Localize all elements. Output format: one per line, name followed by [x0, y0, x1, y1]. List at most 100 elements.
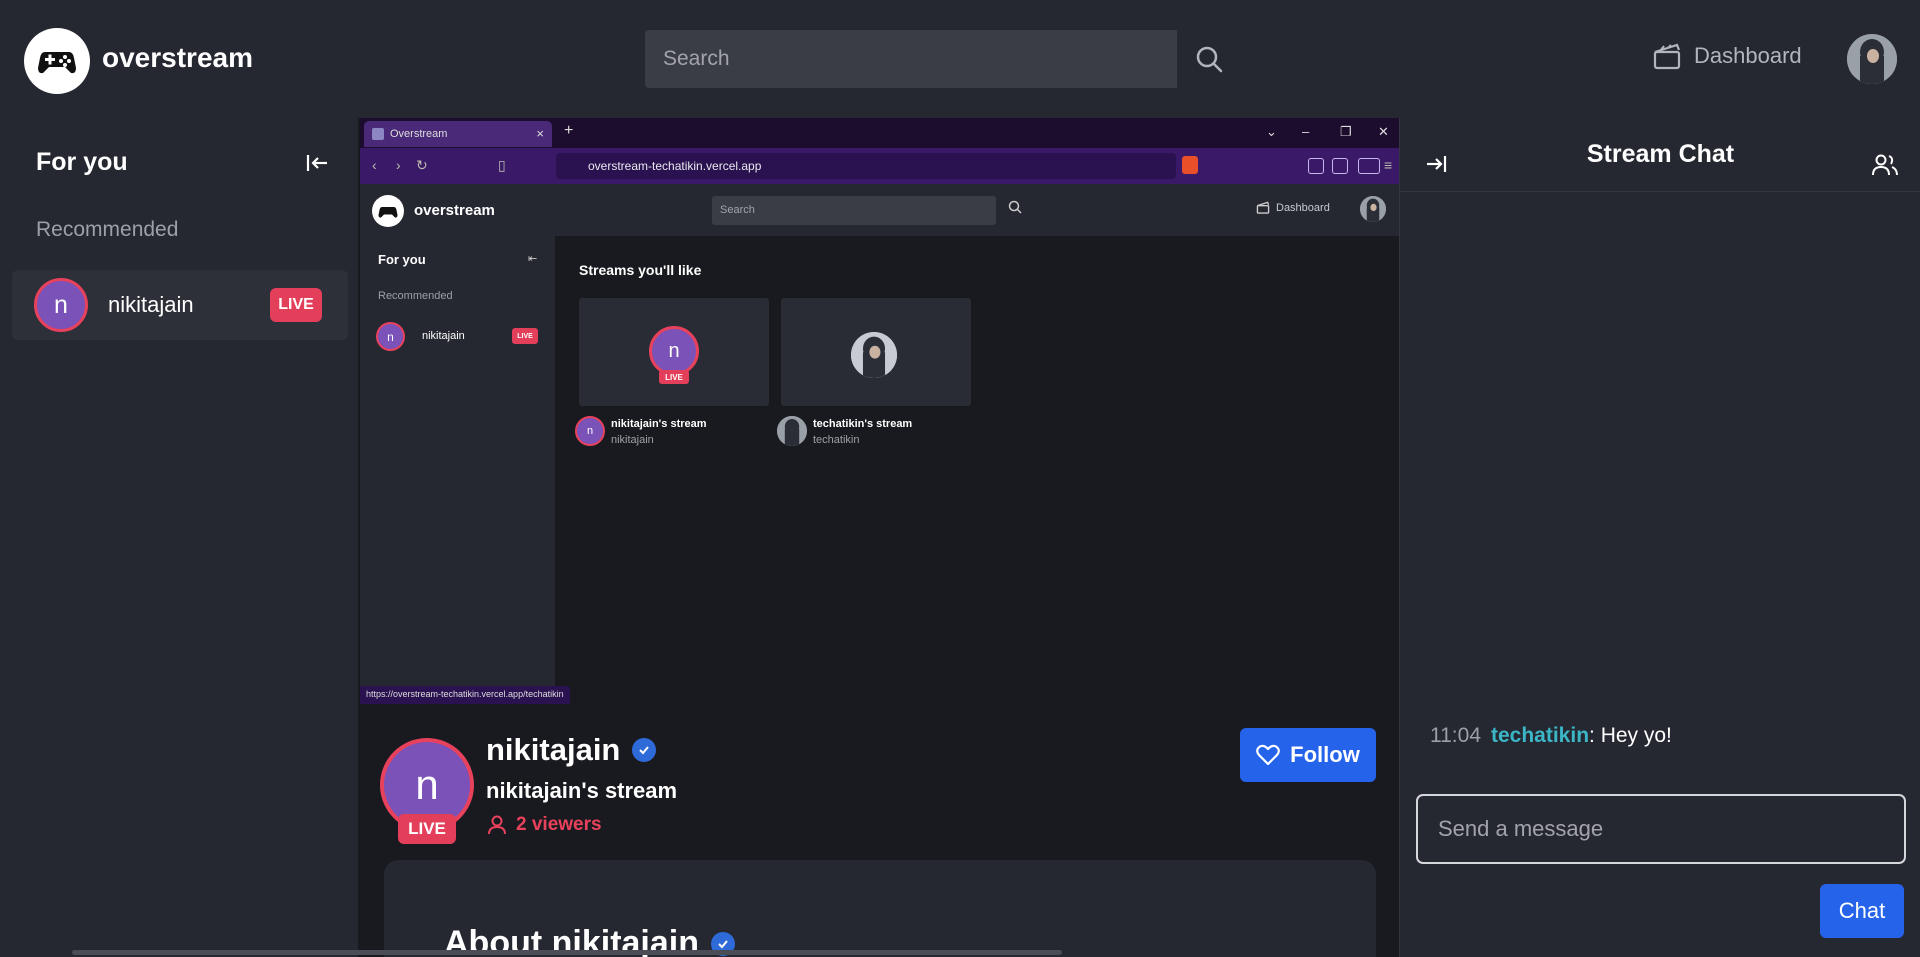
chat-panel: Stream Chat 11:04 techatikin: Hey yo! Cha…	[1399, 118, 1920, 957]
chat-message-user[interactable]: techatikin	[1491, 724, 1589, 747]
stream-card-thumbnail: n LIVE	[579, 298, 769, 406]
avatar	[1360, 196, 1386, 222]
clapperboard-icon	[1256, 201, 1270, 214]
sidebar-toggle-icon[interactable]	[1332, 158, 1348, 174]
stream-card-user: techatikin	[813, 434, 860, 446]
search-icon	[1008, 200, 1022, 214]
community-button[interactable]	[1872, 154, 1898, 181]
chat-send-button[interactable]: Chat	[1820, 884, 1904, 938]
sidebar-item-label: nikitajain	[108, 292, 194, 317]
sidebar-collapse-button[interactable]	[300, 146, 334, 180]
sidebar-title: For you	[36, 148, 128, 176]
embedded-sidebar-title: For you	[378, 252, 426, 267]
chat-title: Stream Chat	[1586, 140, 1735, 168]
collapse-left-icon: ⇤	[528, 253, 538, 265]
new-tab-icon[interactable]: +	[564, 122, 573, 140]
restore-icon[interactable]: ❐	[1340, 124, 1352, 140]
back-icon[interactable]: ‹	[372, 157, 377, 173]
search-input[interactable]	[645, 30, 1177, 88]
streamer-name: nikitajain	[486, 732, 657, 768]
gamepad-logo-icon[interactable]	[24, 28, 90, 94]
user-icon	[488, 815, 506, 835]
reload-icon[interactable]: ↻	[416, 157, 428, 174]
embedded-brand: overstream	[414, 202, 495, 219]
horizontal-scrollbar[interactable]	[72, 950, 1062, 955]
live-badge: LIVE	[398, 814, 456, 844]
embedded-sidebar: For you ⇤ Recommended n nikitajain LIVE	[360, 236, 555, 704]
viewer-count-label: 2 viewers	[516, 814, 602, 835]
follow-button[interactable]: Follow	[1240, 728, 1376, 782]
top-nav: overstream Dashboard	[0, 0, 1920, 118]
follow-label: Follow	[1290, 742, 1360, 767]
dashboard-label: Dashboard	[1694, 43, 1802, 68]
window-close-icon[interactable]: ✕	[1378, 124, 1389, 140]
embedded-dashboard-link: Dashboard	[1256, 201, 1330, 214]
embedded-recommended-label: Recommended	[378, 290, 453, 302]
user-avatar[interactable]	[1847, 34, 1897, 84]
chat-message-text: : Hey yo!	[1589, 724, 1672, 747]
live-badge: LIVE	[659, 370, 689, 384]
verified-icon	[632, 738, 657, 762]
search-field[interactable]	[645, 30, 1177, 88]
extension-icon[interactable]	[1308, 158, 1324, 174]
embedded-search-input: Search	[712, 196, 996, 225]
browser-url-bar: ‹ › ↻ ▯ overstream-techatikin.vercel.app…	[360, 148, 1399, 184]
brave-shield-icon[interactable]	[1182, 156, 1198, 174]
close-icon[interactable]: ×	[536, 126, 544, 141]
stream-title: nikitajain's stream	[486, 778, 678, 803]
stream-card-title: techatikin's stream	[813, 418, 913, 430]
dashboard-link[interactable]: Dashboard	[1652, 42, 1802, 70]
wallet-icon[interactable]	[1358, 158, 1380, 174]
address-field[interactable]: overstream-techatikin.vercel.app	[556, 153, 1176, 179]
forward-icon[interactable]: ›	[396, 157, 401, 173]
browser-tab[interactable]: Overstream ×	[364, 121, 552, 147]
about-card: About nikitajain	[384, 860, 1376, 957]
recommended-label: Recommended	[36, 218, 179, 241]
embedded-dashboard-label: Dashboard	[1276, 201, 1330, 214]
chevron-down-icon[interactable]: ⌄	[1266, 124, 1277, 140]
stream-main: Overstream × + ⌄ – ❐ ✕ ‹ › ↻ ▯ overstrea…	[358, 118, 1399, 957]
embedded-sidebar-item: n nikitajain LIVE	[376, 322, 546, 352]
browser-status-url: https://overstream-techatikin.vercel.app…	[360, 686, 570, 704]
avatar	[777, 416, 807, 446]
browser-tab-bar: Overstream × + ⌄ – ❐ ✕	[360, 118, 1399, 148]
stream-card-title: nikitajain's stream	[611, 418, 707, 430]
bookmark-icon[interactable]: ▯	[498, 157, 506, 174]
gamepad-logo-icon	[372, 195, 404, 227]
chat-header: Stream Chat	[1400, 118, 1920, 192]
brand-name[interactable]: overstream	[102, 42, 253, 74]
embedded-page: overstream Search Dashboard For you ⇤ Re…	[360, 184, 1399, 704]
chat-input[interactable]	[1418, 796, 1904, 862]
embedded-feed-heading: Streams you'll like	[579, 262, 702, 278]
browser-tab-title: Overstream	[390, 128, 448, 140]
heart-icon	[1256, 744, 1281, 766]
video-player[interactable]: Overstream × + ⌄ – ❐ ✕ ‹ › ↻ ▯ overstrea…	[360, 118, 1399, 704]
viewer-count: 2 viewers	[488, 814, 602, 836]
embedded-header: overstream Search Dashboard	[360, 184, 1399, 236]
clapperboard-icon	[1653, 43, 1681, 70]
collapse-left-icon	[306, 155, 327, 171]
sidebar: For you Recommended n nikitajain LIVE	[0, 118, 358, 957]
chat-input-field[interactable]	[1416, 794, 1906, 864]
avatar: n	[649, 326, 699, 376]
avatar: n	[34, 278, 88, 332]
menu-icon[interactable]: ≡	[1384, 157, 1392, 173]
sidebar-item-nikitajain[interactable]: n nikitajain LIVE	[12, 270, 348, 340]
users-icon	[1872, 154, 1898, 176]
avatar: n	[376, 322, 405, 351]
favicon-icon	[372, 128, 384, 140]
streamer-username: nikitajain	[486, 732, 621, 767]
live-badge: LIVE	[512, 328, 538, 344]
chat-message-time: 11:04	[1430, 724, 1481, 747]
stream-card-user: nikitajain	[611, 434, 654, 446]
avatar: n	[575, 416, 605, 446]
search-button[interactable]	[1177, 30, 1241, 88]
embedded-feed: Streams you'll like n LIVE n nikitajain'…	[555, 236, 1399, 704]
avatar	[851, 332, 897, 378]
embedded-sidebar-name: nikitajain	[422, 330, 465, 342]
minimize-icon[interactable]: –	[1302, 124, 1309, 139]
search-icon	[1196, 46, 1223, 73]
live-badge: LIVE	[270, 288, 322, 322]
chat-message: 11:04 techatikin: Hey yo!	[1430, 724, 1672, 748]
stream-card-thumbnail	[781, 298, 971, 406]
